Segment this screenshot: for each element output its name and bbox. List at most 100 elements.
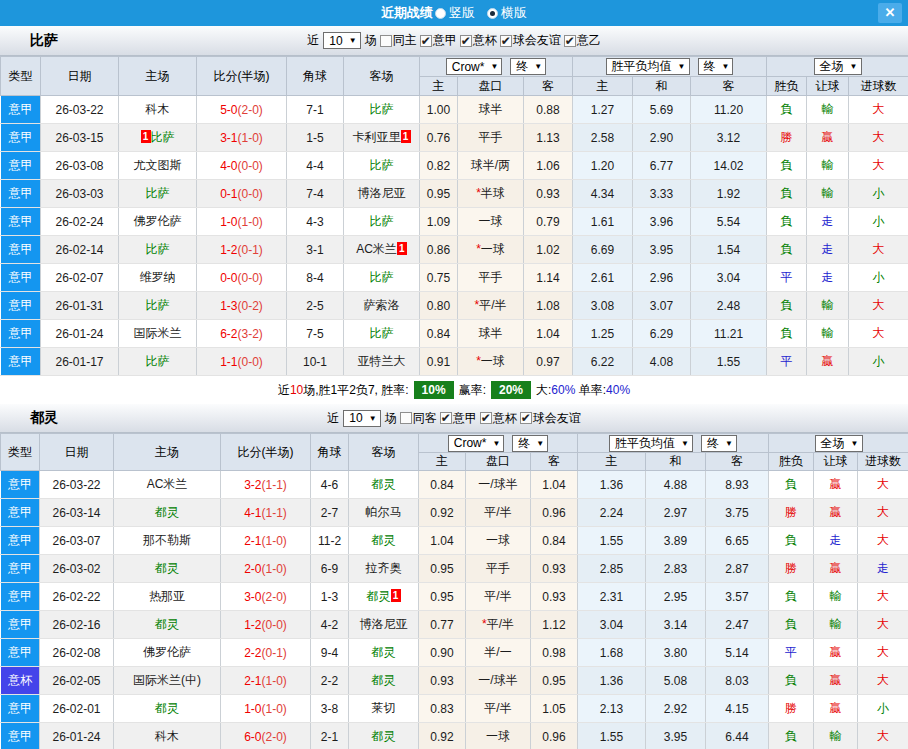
fulltime-select[interactable]: 全场▼ [815, 435, 863, 452]
away-team-cell: 都灵1 [349, 583, 419, 611]
avg-draw-cell: 2.96 [633, 264, 691, 292]
avg-final-select[interactable]: 终▼ [701, 435, 737, 452]
same-venue-checkbox[interactable] [380, 35, 392, 47]
horizontal-layout-radio[interactable] [487, 8, 498, 19]
league-checkbox[interactable] [500, 35, 512, 47]
avg-win-cell: 4.34 [573, 180, 633, 208]
odds-company-select[interactable]: Crow*▼ [448, 435, 505, 452]
league-checkbox[interactable] [440, 412, 452, 424]
away-team-cell: 比萨 [344, 264, 420, 292]
avg-select[interactable]: 胜平负均值▼ [609, 435, 693, 452]
odds-final-select[interactable]: 终▼ [512, 435, 548, 452]
avg-draw-cell: 6.77 [633, 152, 691, 180]
avg-lose-cell: 3.12 [691, 124, 767, 152]
match-row: 意甲26-01-31比萨1-3(0-2)2-5萨索洛0.80*平/半1.083.… [1, 292, 908, 320]
league-type-cell: 意甲 [1, 611, 40, 639]
date-cell: 26-02-07 [41, 264, 119, 292]
league-checkbox[interactable] [520, 412, 532, 424]
away-odds-cell: 0.88 [524, 96, 573, 124]
away-team-cell: 比萨 [344, 320, 420, 348]
home-team-cell: 1比萨 [119, 124, 197, 152]
same-venue-label: 同主 [393, 32, 417, 49]
odds-company-select[interactable]: Crow*▼ [446, 58, 503, 75]
league-type-cell: 意甲 [1, 348, 41, 376]
subcol-header: 盘口 [458, 77, 524, 96]
home-team-cell: 都灵 [114, 611, 221, 639]
date-cell: 26-03-22 [40, 471, 114, 499]
subcol-header: 主 [419, 453, 466, 471]
subcol-header: 进球数 [849, 77, 908, 96]
handicap-result-cell: 贏 [807, 348, 849, 376]
avg-draw-cell: 3.33 [633, 180, 691, 208]
match-count-select[interactable]: 10▼ [343, 410, 380, 427]
corner-cell: 11-2 [311, 527, 349, 555]
avg-lose-cell: 11.21 [691, 320, 767, 348]
result-cell: 負 [767, 292, 807, 320]
avg-win-cell: 1.25 [573, 320, 633, 348]
avg-lose-cell: 1.92 [691, 180, 767, 208]
avg-lose-cell: 2.48 [691, 292, 767, 320]
match-count-select[interactable]: 10▼ [323, 32, 360, 49]
handicap-cell: 一球 [466, 527, 531, 555]
fulltime-select[interactable]: 全场▼ [814, 58, 862, 75]
avg-draw-cell: 4.88 [646, 471, 706, 499]
home-team-cell: 比萨 [119, 236, 197, 264]
handicap-result-cell: 贏 [814, 471, 858, 499]
col-score: 比分(半场) [197, 57, 287, 96]
league-type-cell: 意甲 [1, 723, 40, 749]
odds-final-select[interactable]: 终▼ [510, 58, 546, 75]
home-odds-cell: 0.83 [419, 695, 466, 723]
subcol-header: 客 [706, 453, 769, 471]
avg-win-cell: 2.31 [578, 583, 646, 611]
near-label: 近 [327, 410, 339, 427]
avg-lose-cell: 3.57 [706, 583, 769, 611]
handicap-cell: 平/半 [466, 499, 531, 527]
away-team-cell: 都灵 [349, 667, 419, 695]
score-cell: 4-1(1-1) [221, 499, 311, 527]
result-cell: 負 [769, 583, 814, 611]
home-team-cell: 都灵 [114, 695, 221, 723]
avg-lose-cell: 8.93 [706, 471, 769, 499]
horizontal-layout-label[interactable]: 横版 [501, 4, 527, 22]
subcol-header: 盘口 [466, 453, 531, 471]
avg-select[interactable]: 胜平负均值▼ [606, 58, 690, 75]
goals-result-cell: 小 [849, 180, 908, 208]
league-type-cell: 意甲 [1, 180, 41, 208]
corner-cell: 3-1 [287, 236, 344, 264]
vertical-layout-radio[interactable] [435, 8, 446, 19]
away-odds-cell: 0.84 [531, 527, 578, 555]
away-odds-cell: 0.93 [524, 180, 573, 208]
subcol-header: 客 [691, 77, 767, 96]
home-odds-cell: 0.91 [420, 348, 458, 376]
league-checkbox[interactable] [460, 35, 472, 47]
match-row: 意杯26-02-05国际米兰(中)2-1(1-0)2-2都灵0.93一/球半0.… [1, 667, 908, 695]
vertical-layout-label[interactable]: 竖版 [449, 4, 475, 22]
result-cell: 負 [767, 236, 807, 264]
away-team-cell: 都灵 [349, 639, 419, 667]
avg-lose-cell: 2.47 [706, 611, 769, 639]
handicap-result-cell: 贏 [814, 667, 858, 695]
avg-lose-cell: 2.87 [706, 555, 769, 583]
home-odds-cell: 0.93 [419, 667, 466, 695]
close-icon[interactable]: ✕ [878, 3, 902, 23]
score-cell: 3-1(1-0) [197, 124, 287, 152]
league-type-cell: 意甲 [1, 583, 40, 611]
goals-result-cell: 大 [849, 320, 908, 348]
avg-win-cell: 2.13 [578, 695, 646, 723]
same-venue-checkbox[interactable] [400, 412, 412, 424]
avg-lose-cell: 3.04 [691, 264, 767, 292]
home-team-cell: 国际米兰 [119, 320, 197, 348]
league-checkbox[interactable] [420, 35, 432, 47]
away-team-cell: 卡利亚里1 [344, 124, 420, 152]
league-type-cell: 意甲 [1, 527, 40, 555]
home-team-cell: 比萨 [119, 180, 197, 208]
away-team-cell: 都灵 [349, 527, 419, 555]
result-cell: 負 [767, 152, 807, 180]
avg-final-select[interactable]: 终▼ [698, 58, 734, 75]
home-odds-cell: 0.86 [420, 236, 458, 264]
league-checkbox[interactable] [480, 412, 492, 424]
score-cell: 1-0(1-0) [221, 695, 311, 723]
handicap-cell: 半/一 [466, 639, 531, 667]
avg-draw-cell: 3.96 [633, 208, 691, 236]
league-checkbox[interactable] [564, 35, 576, 47]
